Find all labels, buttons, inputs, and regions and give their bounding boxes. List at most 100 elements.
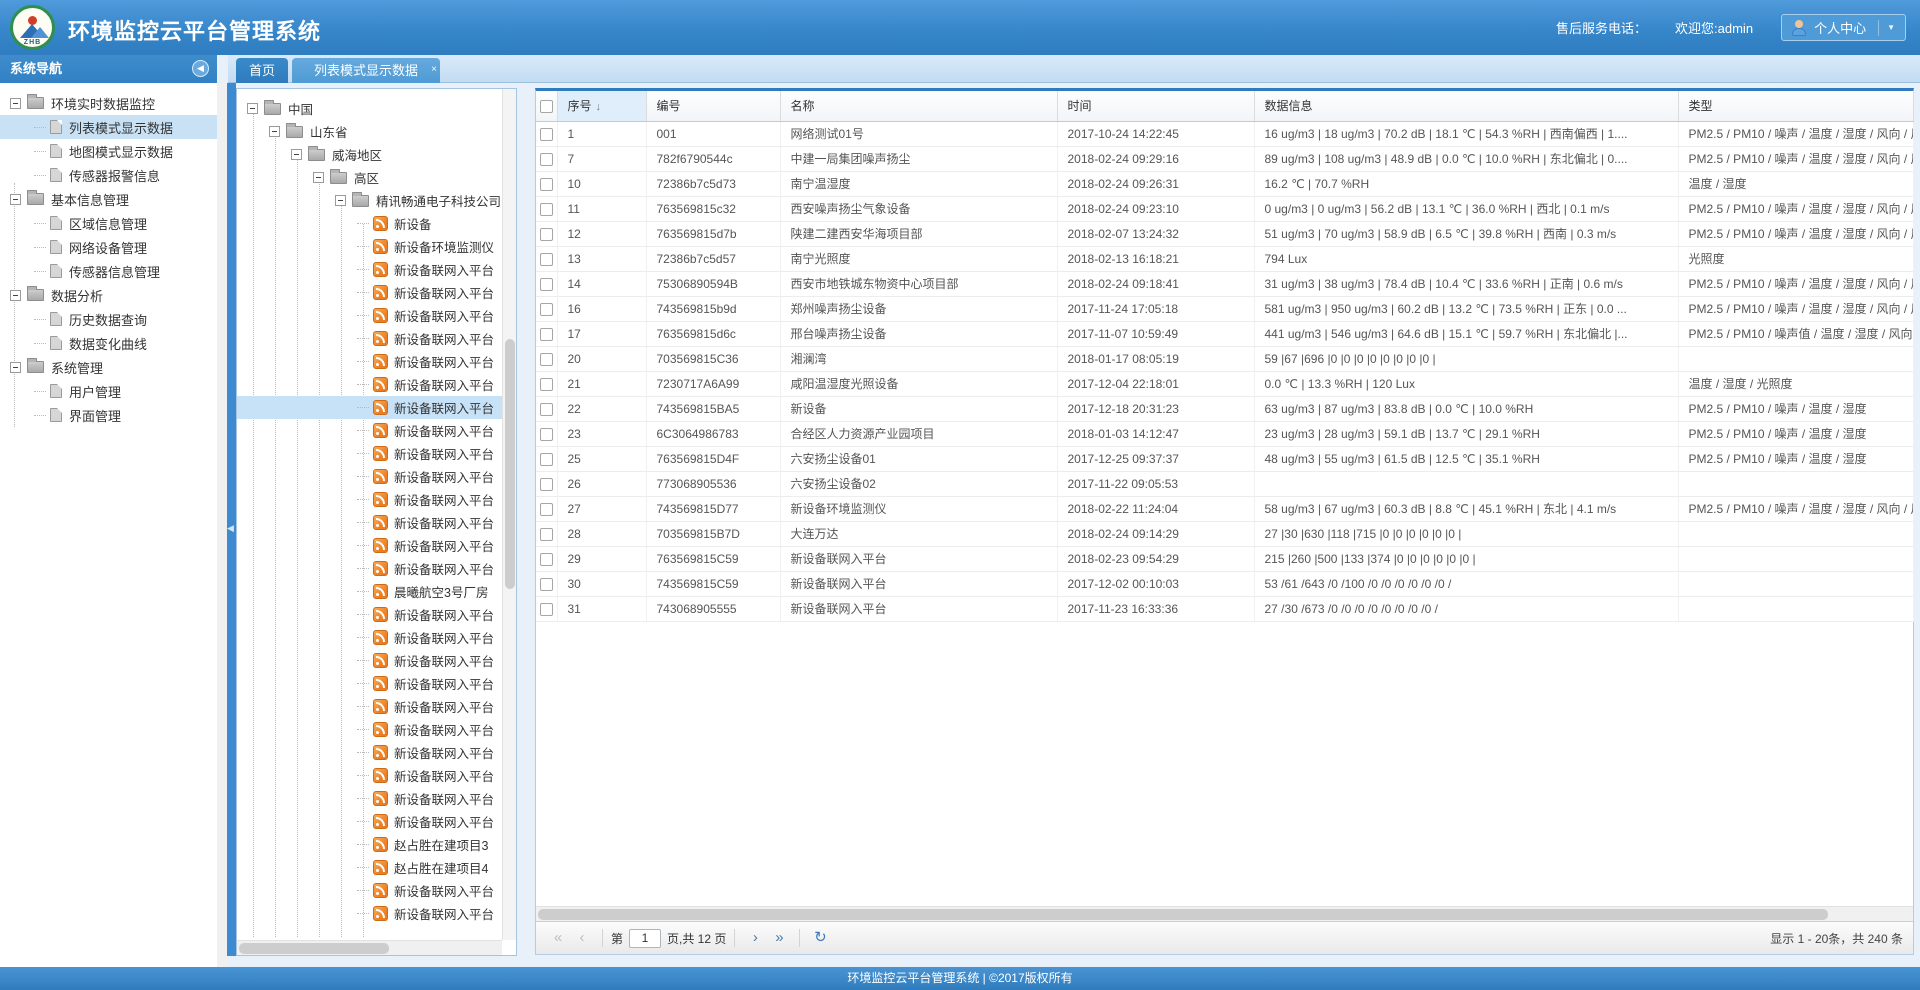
table-row[interactable]: 27743569815D77新设备环境监测仪2018-02-22 11:24:0… [536, 496, 1913, 521]
row-checkbox[interactable] [540, 353, 553, 366]
row-checkbox[interactable] [540, 203, 553, 216]
sidebar-collapse-button[interactable]: ◀ [192, 60, 209, 77]
region-leaf[interactable]: 晨曦航空3号厂房 [237, 580, 516, 603]
tree-expander-icon[interactable] [313, 172, 324, 183]
tree-expander-icon[interactable] [10, 362, 21, 373]
column-header-check[interactable] [536, 91, 557, 121]
region-folder-3[interactable]: 高区 [237, 166, 516, 189]
tree-expander-icon[interactable] [291, 149, 302, 160]
table-row[interactable]: 28703569815B7D大连万达2018-02-24 09:14:2927 … [536, 521, 1913, 546]
region-leaf[interactable]: 新设备联网入平台 [237, 557, 516, 580]
table-row[interactable]: 29763569815C59新设备联网入平台2018-02-23 09:54:2… [536, 546, 1913, 571]
sidebar-group-3[interactable]: 系统管理 [0, 355, 217, 379]
sidebar-group-1[interactable]: 基本信息管理 [0, 187, 217, 211]
row-checkbox[interactable] [540, 503, 553, 516]
table-row[interactable]: 12763569815d7b陕建二建西安华海项目部2018-02-07 13:2… [536, 221, 1913, 246]
table-row[interactable]: 30743569815C59新设备联网入平台2017-12-02 00:10:0… [536, 571, 1913, 596]
region-leaf[interactable]: 新设备联网入平台 [237, 879, 516, 902]
table-row[interactable]: 20703569815C36湘澜湾2018-01-17 08:05:1959 |… [536, 346, 1913, 371]
region-leaf[interactable]: 新设备联网入平台 [237, 304, 516, 327]
table-row[interactable]: 236C3064986783合经区人力资源产业园项目2018-01-03 14:… [536, 421, 1913, 446]
tab-close-icon[interactable]: × [431, 57, 437, 82]
region-leaf[interactable]: 新设备联网入平台 [237, 350, 516, 373]
row-checkbox[interactable] [540, 128, 553, 141]
region-leaf[interactable]: 新设备联网入平台 [237, 810, 516, 833]
region-leaf[interactable]: 新设备联网入平台 [237, 718, 516, 741]
table-row[interactable]: 26773068905536六安扬尘设备022017-11-22 09:05:5… [536, 471, 1913, 496]
region-leaf[interactable]: 新设备联网入平台 [237, 419, 516, 442]
tree-expander-icon[interactable] [10, 290, 21, 301]
column-header-type[interactable]: 类型 [1678, 91, 1913, 121]
sidebar-item-3-0[interactable]: 用户管理 [0, 379, 217, 403]
table-row[interactable]: 1372386b7c5d57南宁光照度2018-02-13 16:18:2179… [536, 246, 1913, 271]
splitter-collapse-icon[interactable]: ◀ [227, 523, 234, 534]
sidebar-item-0-2[interactable]: 传感器报警信息 [0, 163, 217, 187]
chevron-down-icon[interactable]: ▼ [1887, 23, 1895, 32]
region-leaf[interactable]: 新设备联网入平台 [237, 672, 516, 695]
sidebar-item-1-0[interactable]: 区域信息管理 [0, 211, 217, 235]
prev-page-button[interactable]: ‹ [570, 927, 594, 949]
tree-expander-icon[interactable] [269, 126, 280, 137]
table-row[interactable]: 31743068905555新设备联网入平台2017-11-23 16:33:3… [536, 596, 1913, 621]
table-row[interactable]: 1001网络测试01号2017-10-24 14:22:4516 ug/m3 |… [536, 121, 1913, 146]
row-checkbox[interactable] [540, 153, 553, 166]
region-leaf[interactable]: 新设备联网入平台 [237, 741, 516, 764]
user-center-button[interactable]: 个人中心 ▼ [1781, 14, 1906, 41]
sidebar-item-2-0[interactable]: 历史数据查询 [0, 307, 217, 331]
row-checkbox[interactable] [540, 478, 553, 491]
region-leaf[interactable]: 新设备联网入平台 [237, 258, 516, 281]
sidebar-group-0[interactable]: 环境实时数据监控 [0, 91, 217, 115]
table-row[interactable]: 7782f6790544c中建一局集团噪声扬尘2018-02-24 09:29:… [536, 146, 1913, 171]
column-header-data[interactable]: 数据信息 [1254, 91, 1678, 121]
region-leaf[interactable]: 新设备联网入平台 [237, 603, 516, 626]
region-folder-2[interactable]: 威海地区 [237, 143, 516, 166]
tree-expander-icon[interactable] [247, 103, 258, 114]
table-row[interactable]: 16743569815b9d郑州噪声扬尘设备2017-11-24 17:05:1… [536, 296, 1913, 321]
region-leaf[interactable]: 新设备联网入平台 [237, 787, 516, 810]
table-row[interactable]: 217230717A6A99咸阳温湿度光照设备2017-12-04 22:18:… [536, 371, 1913, 396]
row-checkbox[interactable] [540, 453, 553, 466]
next-page-button[interactable]: › [743, 927, 767, 949]
table-row[interactable]: 22743569815BA5新设备2017-12-18 20:31:2363 u… [536, 396, 1913, 421]
region-folder-4[interactable]: 精讯畅通电子科技公司 [237, 189, 516, 212]
row-checkbox[interactable] [540, 528, 553, 541]
header-checkbox[interactable] [540, 100, 553, 113]
tree-horizontal-scrollbar[interactable] [237, 940, 502, 955]
row-checkbox[interactable] [540, 553, 553, 566]
row-checkbox[interactable] [540, 178, 553, 191]
table-row[interactable]: 25763569815D4F六安扬尘设备012017-12-25 09:37:3… [536, 446, 1913, 471]
region-leaf[interactable]: 新设备环境监测仪 [237, 235, 516, 258]
tree-expander-icon[interactable] [10, 194, 21, 205]
page-number-input[interactable] [629, 929, 661, 948]
region-folder-1[interactable]: 山东省 [237, 120, 516, 143]
sidebar-item-0-1[interactable]: 地图模式显示数据 [0, 139, 217, 163]
region-leaf[interactable]: 新设备联网入平台 [237, 373, 516, 396]
row-checkbox[interactable] [540, 403, 553, 416]
column-header-name[interactable]: 名称 [780, 91, 1057, 121]
last-page-button[interactable]: » [767, 927, 791, 949]
region-leaf[interactable]: 新设备联网入平台 [237, 626, 516, 649]
region-leaf[interactable]: 新设备联网入平台 [237, 534, 516, 557]
table-row[interactable]: 17763569815d6c邢台噪声扬尘设备2017-11-07 10:59:4… [536, 321, 1913, 346]
column-header-time[interactable]: 时间 [1057, 91, 1254, 121]
row-checkbox[interactable] [540, 428, 553, 441]
panel-splitter[interactable]: ◀ [227, 83, 236, 956]
tab-home[interactable]: 首页 [236, 58, 288, 83]
tab-list-mode-data[interactable]: 列表模式显示数据 × [292, 58, 440, 83]
region-leaf[interactable]: 新设备联网入平台 [237, 488, 516, 511]
sidebar-item-3-1[interactable]: 界面管理 [0, 403, 217, 427]
region-leaf[interactable]: 新设备联网入平台 [237, 465, 516, 488]
refresh-icon[interactable]: ↻ [808, 927, 832, 949]
column-header-seq[interactable]: 序号↓ [557, 91, 646, 121]
sidebar-item-1-1[interactable]: 网络设备管理 [0, 235, 217, 259]
first-page-button[interactable]: « [546, 927, 570, 949]
table-row[interactable]: 1475306890594B西安市地铁城东物资中心项目部2018-02-24 0… [536, 271, 1913, 296]
region-leaf[interactable]: 新设备 [237, 212, 516, 235]
region-leaf[interactable]: 新设备联网入平台 [237, 695, 516, 718]
table-horizontal-scrollbar[interactable] [536, 906, 1913, 921]
region-leaf[interactable]: 新设备联网入平台 [237, 442, 516, 465]
tree-vertical-scrollbar[interactable] [502, 89, 516, 940]
column-header-code[interactable]: 编号 [646, 91, 780, 121]
region-leaf[interactable]: 新设备联网入平台 [237, 764, 516, 787]
row-checkbox[interactable] [540, 278, 553, 291]
